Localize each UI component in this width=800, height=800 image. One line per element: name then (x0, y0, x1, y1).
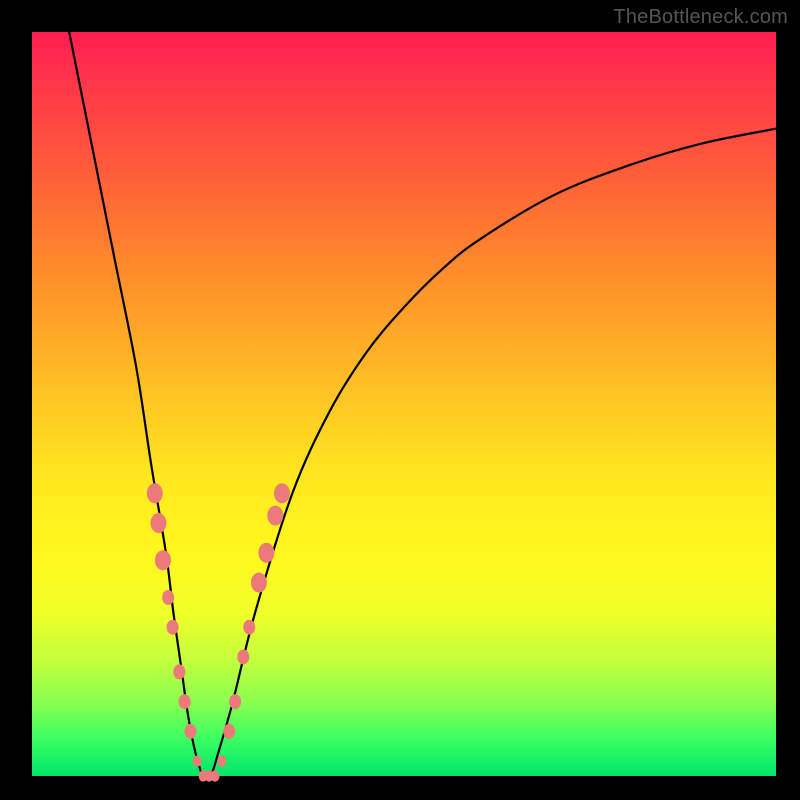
data-marker (155, 550, 171, 570)
data-marker (243, 620, 255, 635)
data-marker (173, 664, 185, 679)
data-marker (150, 513, 166, 533)
data-marker (184, 724, 196, 739)
data-marker (229, 694, 241, 709)
data-marker (237, 649, 249, 664)
data-marker (267, 506, 283, 526)
data-marker (162, 590, 174, 605)
data-marker (258, 543, 274, 563)
plot-area (32, 32, 776, 776)
data-marker (211, 770, 220, 781)
data-marker (223, 724, 235, 739)
chart-frame: TheBottleneck.com (0, 0, 800, 800)
data-marker (217, 755, 226, 766)
data-marker (193, 755, 202, 766)
data-marker (179, 694, 191, 709)
markers-group (147, 483, 290, 781)
chart-svg (32, 32, 776, 776)
data-marker (147, 483, 163, 503)
data-marker (251, 573, 267, 593)
watermark-text: TheBottleneck.com (613, 6, 788, 29)
data-marker (274, 483, 290, 503)
data-marker (167, 620, 179, 635)
